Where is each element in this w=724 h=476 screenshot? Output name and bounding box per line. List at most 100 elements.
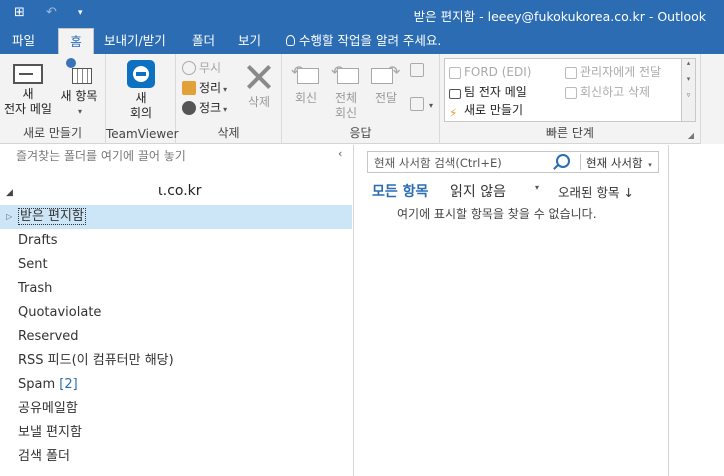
- folder-label: 공유메일함: [18, 401, 78, 416]
- group-respond-label: 응답: [349, 126, 372, 140]
- calendar-icon: [410, 63, 424, 77]
- new-mail-label-2: 전자 메일: [4, 102, 52, 116]
- folder-label: 보낼 편지함: [18, 425, 82, 440]
- chevron-down-icon: ▾: [77, 107, 82, 116]
- folder-outbox[interactable]: 보낼 편지함: [0, 421, 352, 445]
- to-manager-icon: [565, 67, 577, 79]
- reading-pane: [670, 145, 724, 476]
- search-icon[interactable]: [556, 154, 570, 168]
- quick-step-ford[interactable]: FORD (EDI): [449, 63, 531, 81]
- junk-button[interactable]: 정크 ▾: [182, 98, 227, 118]
- ignore-button[interactable]: 무시: [182, 58, 221, 78]
- account-name[interactable]: ι.co.kr: [158, 183, 202, 199]
- send-receive-icon[interactable]: ⊞: [14, 5, 25, 20]
- search-scope-dropdown[interactable]: 현재 사서함 ▾: [586, 155, 652, 171]
- folder-drafts[interactable]: Drafts: [0, 229, 352, 253]
- reply-delete-icon: [565, 87, 577, 99]
- message-list-pane: 현재 사서함 검색(Ctrl+E) 현재 사서함 ▾ 모든 항목 읽지 않음 ▾…: [355, 145, 669, 476]
- group-quick-steps-label: 빠른 단계: [546, 126, 594, 140]
- search-input[interactable]: 현재 사서함 검색(Ctrl+E): [374, 155, 502, 171]
- more-respond-button[interactable]: ▾: [410, 94, 433, 114]
- quick-step-create-new[interactable]: ⚡ 새로 만들기: [449, 101, 523, 120]
- ignore-icon: [182, 61, 196, 75]
- chevron-down-icon: ▾: [429, 101, 434, 110]
- new-items-label: 새 항목: [60, 89, 98, 103]
- ford-icon: [449, 67, 461, 79]
- tell-me-box[interactable]: 수행할 작업을 알려 주세요.: [286, 28, 441, 54]
- unread-count: [2]: [59, 377, 78, 392]
- tab-home[interactable]: 홈: [58, 28, 94, 54]
- ribbon-tabs: 파일 홈 보내기/받기 폴더 보기 수행할 작업을 알려 주세요.: [0, 28, 724, 54]
- folder-reserved[interactable]: Reserved: [0, 325, 352, 349]
- folder-spam[interactable]: Spam [2]: [0, 373, 352, 397]
- delete-button[interactable]: 삭제: [242, 58, 276, 110]
- quick-step-to-manager-label: 관리자에게 전달: [580, 65, 662, 79]
- new-mail-button[interactable]: 새 전자 메일: [2, 58, 54, 117]
- tab-view[interactable]: 보기: [238, 28, 261, 54]
- forward-label: 전달: [374, 91, 398, 105]
- filter-all-items[interactable]: 모든 항목: [372, 181, 428, 201]
- folder-quotaviolate[interactable]: Quotaviolate: [0, 301, 352, 325]
- new-items-icon: [64, 58, 94, 86]
- folder-trash[interactable]: Trash: [0, 277, 352, 301]
- new-meeting-label-1: 새: [135, 91, 147, 105]
- group-delete-label: 삭제: [217, 126, 240, 140]
- folder-rss[interactable]: RSS 피드(이 컴퓨터만 해당): [0, 349, 352, 373]
- group-new-label: 새로 만들기: [22, 126, 82, 140]
- quick-step-reply-delete[interactable]: 회신하고 삭제: [565, 83, 650, 101]
- sort-order-button[interactable]: 오래된 항목 ↓: [558, 182, 634, 201]
- new-mail-label-1: 새: [22, 87, 34, 101]
- junk-icon: [182, 101, 196, 115]
- mail-icon: [13, 64, 43, 84]
- folder-label: Spam: [18, 377, 56, 392]
- collapse-pane-icon[interactable]: ‹: [338, 147, 342, 160]
- tab-send-receive[interactable]: 보내기/받기: [104, 28, 166, 54]
- filter-dropdown-icon[interactable]: ▾: [535, 183, 539, 192]
- folder-search[interactable]: 검색 폴더: [0, 445, 352, 469]
- ignore-label: 무시: [199, 61, 222, 75]
- folder-sent[interactable]: Sent: [0, 253, 352, 277]
- folder-inbox[interactable]: ▷ 받은 편지함: [0, 205, 352, 229]
- reply-button[interactable]: ↶ 회신: [286, 58, 326, 106]
- dialog-launcher-icon[interactable]: ◢: [688, 131, 694, 140]
- search-box[interactable]: 현재 사서함 검색(Ctrl+E) 현재 사서함 ▾: [367, 151, 659, 173]
- folder-label: RSS 피드(이 컴퓨터만 해당): [18, 353, 174, 368]
- more-icon: [410, 97, 424, 111]
- folder-shared[interactable]: 공유메일함: [0, 397, 352, 421]
- undo-icon[interactable]: ↶: [46, 5, 57, 20]
- tab-folder[interactable]: 폴더: [192, 28, 215, 54]
- quick-steps-scrollbar[interactable]: ▴ ▾ ▿: [681, 59, 695, 121]
- new-items-button[interactable]: 새 항목 ▾: [54, 58, 104, 119]
- forward-button[interactable]: ↷ 전달: [366, 58, 406, 106]
- meeting-reply-button[interactable]: [410, 60, 427, 80]
- forward-icon: ↷: [371, 62, 401, 88]
- favorites-hint: 즐겨찾는 폴더를 여기에 끌어 놓기: [16, 149, 186, 163]
- delete-label: 삭제: [247, 95, 271, 109]
- folder-label: Trash: [18, 281, 53, 296]
- folder-label: Sent: [18, 257, 48, 272]
- reply-all-label-2: 회신: [334, 106, 358, 120]
- folder-label: Drafts: [18, 233, 58, 248]
- divider: [580, 154, 581, 170]
- teamviewer-icon: [127, 60, 155, 88]
- quick-step-ford-label: FORD (EDI): [464, 65, 532, 79]
- cleanup-icon: [182, 81, 196, 95]
- folder-inbox-label: 받은 편지함: [18, 208, 86, 225]
- reply-all-button[interactable]: ↶ 전체 회신: [326, 58, 366, 121]
- cleanup-label: 정리: [199, 81, 222, 95]
- folder-label: 검색 폴더: [18, 449, 70, 464]
- cleanup-button[interactable]: 정리 ▾: [182, 78, 227, 98]
- filter-unread[interactable]: 읽지 않음: [450, 181, 506, 201]
- group-respond: ↶ 회신 ↶ 전체 회신 ↷ 전달 ▾ 응답: [282, 54, 440, 144]
- customize-qat-icon[interactable]: ▾: [78, 8, 83, 18]
- new-meeting-button[interactable]: 새 회의: [114, 58, 168, 121]
- folder-label: Quotaviolate: [18, 305, 102, 320]
- quick-step-team-email[interactable]: 팀 전자 메일: [449, 83, 527, 101]
- quick-step-to-manager[interactable]: 관리자에게 전달: [565, 63, 661, 81]
- team-email-icon: [449, 89, 461, 99]
- junk-label: 정크: [199, 101, 222, 115]
- account-expand-icon[interactable]: ◢: [6, 188, 13, 198]
- expand-icon[interactable]: ▷: [6, 205, 12, 229]
- chevron-down-icon: ▾: [223, 105, 228, 114]
- tab-file[interactable]: 파일: [12, 28, 35, 54]
